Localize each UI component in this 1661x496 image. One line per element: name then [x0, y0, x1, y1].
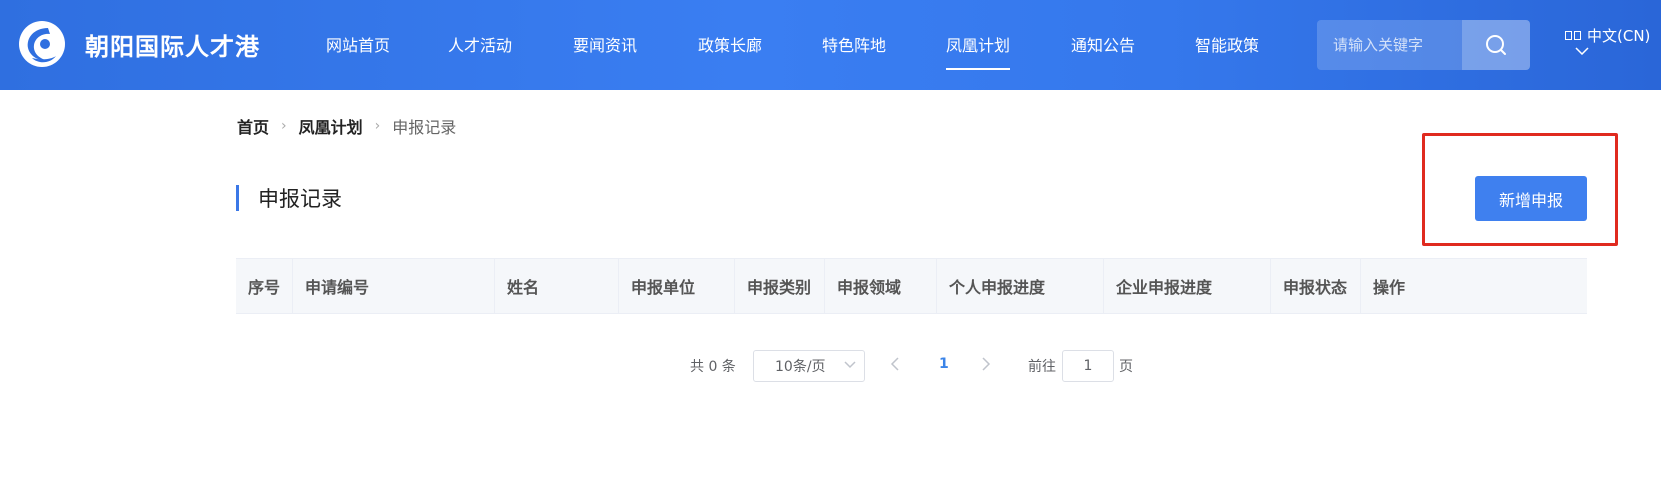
page-number-current[interactable]: 1 — [939, 356, 949, 372]
language-label: 中文(CN) — [1587, 27, 1651, 45]
page-title: 申报记录 — [258, 187, 342, 211]
page-suffix-label: 页 — [1119, 359, 1133, 375]
nav-item-activities[interactable]: 人才活动 — [448, 32, 512, 56]
search-input[interactable] — [1317, 20, 1462, 70]
column-header-index: 序号 — [236, 259, 293, 313]
column-header-name: 姓名 — [495, 259, 619, 313]
nav-item-notices[interactable]: 通知公告 — [1071, 32, 1135, 56]
nav-item-policy[interactable]: 政策长廊 — [698, 32, 762, 56]
goto-label: 前往 — [1028, 359, 1056, 375]
breadcrumb: 首页 › 凤凰计划 › 申报记录 — [237, 114, 456, 138]
nav-item-news[interactable]: 要闻资讯 — [573, 32, 637, 56]
breadcrumb-phoenix-plan[interactable]: 凤凰计划 — [299, 114, 363, 138]
chevron-down-icon — [1575, 47, 1589, 55]
column-header-actions: 操作 — [1373, 278, 1406, 297]
chevron-left-icon[interactable] — [890, 356, 900, 372]
search-button[interactable] — [1462, 20, 1530, 70]
nav-item-home[interactable]: 网站首页 — [326, 32, 390, 56]
column-header-unit: 申报单位 — [619, 259, 735, 313]
search-icon — [1486, 35, 1506, 55]
page-size-select[interactable]: 10条/页 — [753, 350, 865, 382]
top-header: 朝阳国际人才港 网站首页 人才活动 要闻资讯 政策长廊 特色阵地 凤凰计划 通知… — [0, 0, 1661, 90]
chevron-down-icon — [844, 361, 856, 369]
nav-item-smart-policy[interactable]: 智能政策 — [1195, 32, 1259, 56]
search-box — [1317, 20, 1530, 70]
chevron-right-icon: › — [374, 118, 381, 134]
language-icon — [1565, 31, 1581, 40]
title-accent-bar — [236, 185, 239, 211]
column-header-personal-progress: 个人申报进度 — [937, 259, 1104, 313]
column-header-application-number: 申请编号 — [293, 259, 495, 313]
pagination-total: 共 0 条 — [690, 359, 736, 375]
page-size-value: 10条/页 — [775, 359, 826, 375]
column-header-field: 申报领域 — [825, 259, 937, 313]
breadcrumb-home[interactable]: 首页 — [237, 114, 269, 138]
column-header-company-progress: 企业申报进度 — [1104, 259, 1271, 313]
breadcrumb-current: 申报记录 — [392, 118, 457, 137]
column-header-category: 申报类别 — [735, 259, 825, 313]
goto-page-input[interactable] — [1062, 350, 1114, 382]
language-switcher[interactable]: 中文(CN) — [1565, 25, 1651, 55]
column-header-status: 申报状态 — [1271, 259, 1361, 313]
chevron-right-icon: › — [281, 118, 287, 134]
nav-item-featured[interactable]: 特色阵地 — [822, 32, 886, 56]
chevron-right-icon[interactable] — [981, 356, 991, 372]
nav-item-phoenix-plan[interactable]: 凤凰计划 — [946, 32, 1011, 70]
pagination: 共 0 条 10条/页 1 前往 页 — [0, 350, 1661, 382]
table-header: 序号 申请编号 姓名 申报单位 申报类别 申报领域 个人申报进度 企业申报进度 … — [236, 258, 1587, 314]
add-application-button[interactable]: 新增申报 — [1475, 176, 1587, 221]
